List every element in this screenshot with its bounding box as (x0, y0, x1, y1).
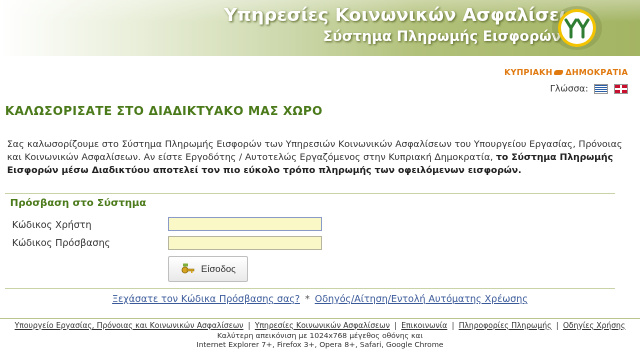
page-subtitle: Σύστημα Πληρωμής Εισφορών (323, 29, 562, 45)
republic-label: ΚΥΠΡΙΑΚΗ ΔΗΜΟΚΡΑΤΙΑ (504, 68, 628, 77)
help-links: Ξεχάσατε τον Κώδικα Πρόσβασης σας? * Οδη… (0, 294, 640, 305)
login-section-title: Πρόσβαση στο Σύστημα (10, 198, 147, 209)
footer-link-usage-guide[interactable]: Οδηγίες Χρήσης (563, 321, 625, 330)
language-selector: Γλώσσα: (550, 84, 628, 95)
username-input[interactable] (168, 217, 322, 231)
footer-separator: | (394, 321, 397, 330)
footer-separator: | (247, 321, 251, 330)
republic-label-left: ΚΥΠΡΙΑΚΗ (504, 68, 553, 77)
english-flag-icon[interactable] (614, 84, 628, 94)
footer-separator: | (555, 321, 559, 330)
footer-separator: | (451, 321, 455, 330)
divider-top (5, 193, 615, 194)
direct-debit-guide-link[interactable]: Οδηγός/Αίτηση/Εντολή Αυτόματης Χρέωσης (315, 294, 528, 305)
footer-links: Υπουργείο Εργασίας, Πρόνοιας και Κοινωνι… (0, 321, 640, 330)
footer-divider (0, 318, 640, 319)
password-input[interactable] (168, 236, 322, 250)
footer-link-social-insurance[interactable]: Υπηρεσίες Κοινωνικών Ασφαλίσεων (255, 321, 390, 330)
cyprus-map-icon (554, 70, 564, 75)
forgot-password-link[interactable]: Ξεχάσατε τον Κώδικα Πρόσβασης σας? (112, 294, 300, 305)
footer-link-ministry[interactable]: Υπουργείο Εργασίας, Πρόνοιας και Κοινωνι… (15, 321, 244, 330)
links-separator: * (304, 294, 310, 305)
footer-link-payment-info[interactable]: Πληροφορίες Πληρωμής (459, 321, 552, 330)
page-title: Υπηρεσίες Κοινωνικών Ασφαλίσεων (224, 5, 588, 26)
key-icon (181, 263, 195, 274)
welcome-heading: ΚΑΛΩΣΟΡΙΣΑΤΕ ΣΤΟ ΔΙΑΔΙΚΤΥΑΚΟ ΜΑΣ ΧΩΡΟ (5, 104, 323, 118)
header-banner: Υπηρεσίες Κοινωνικών Ασφαλίσεων Σύστημα … (0, 0, 640, 56)
username-label: Κώδικος Χρήστη (12, 220, 92, 231)
footer-note-line1: Καλύτερη απεικόνιση με 1024x768 μέγεθος … (217, 331, 423, 340)
footer-note: Καλύτερη απεικόνιση με 1024x768 μέγεθος … (0, 331, 640, 349)
intro-paragraph: Σας καλωσορίζουμε στο Σύστημα Πληρωμής Ε… (7, 138, 627, 177)
password-label: Κώδικος Πρόσβασης (12, 238, 111, 249)
greek-flag-icon[interactable] (594, 84, 609, 94)
ministry-logo-icon (552, 6, 602, 50)
divider-bottom (5, 288, 615, 289)
footer-link-contact[interactable]: Επικοινωνία (401, 321, 447, 330)
login-button-label: Είσοδος (201, 263, 236, 275)
republic-label-right: ΔΗΜΟΚΡΑΤΙΑ (565, 68, 628, 77)
login-button[interactable]: Είσοδος (168, 256, 248, 282)
language-label: Γλώσσα: (550, 84, 589, 95)
footer-note-line2: Internet Explorer 7+, Firefox 3+, Opera … (196, 340, 444, 349)
